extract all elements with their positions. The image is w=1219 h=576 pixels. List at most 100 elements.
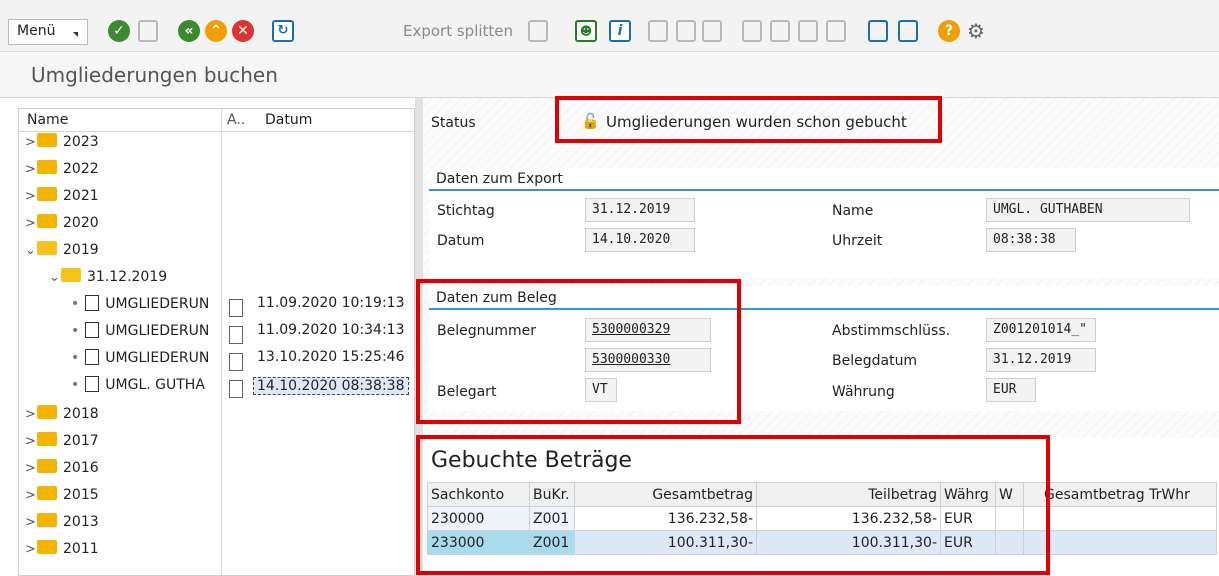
chevron-right-icon[interactable]: > (25, 216, 37, 231)
uhrzeit-label: Uhrzeit (832, 233, 883, 249)
tree-folder-label: 31.12.2019 (87, 269, 168, 285)
status-label: Status (431, 115, 476, 131)
cancel-icon[interactable]: ✕ (232, 20, 254, 42)
belegdatum-field[interactable]: 31.12.2019 (986, 348, 1096, 372)
last-page-icon[interactable] (826, 20, 846, 42)
tree-folder-2011[interactable]: >2011 (25, 540, 99, 566)
page-icon (229, 380, 243, 398)
chevron-down-icon[interactable]: ⌄ (25, 243, 37, 258)
tree-folder-2018[interactable]: >2018 (25, 405, 99, 431)
waehrung-field[interactable]: EUR (986, 378, 1036, 402)
tree-folder-2021[interactable]: >2021 (25, 187, 99, 213)
uhrzeit-field[interactable]: 08:38:38 (986, 228, 1076, 252)
tree-folder-label: 2019 (63, 242, 99, 258)
page-icon (229, 299, 243, 317)
datum-field[interactable]: 14.10.2020 (585, 228, 695, 252)
bullet-icon: • (71, 323, 80, 339)
folder-icon (37, 160, 57, 174)
back-icon[interactable]: « (178, 20, 200, 42)
first-page-icon[interactable] (742, 20, 762, 42)
tree-folder-31-12-2019[interactable]: ⌄ 31.12.2019 (49, 268, 167, 294)
folder-icon (37, 459, 57, 473)
menu-button[interactable]: Menü (8, 19, 88, 45)
tree-folder-label: 2021 (63, 188, 99, 204)
save-icon[interactable] (138, 20, 158, 42)
exit-icon[interactable]: ⌃ (205, 20, 227, 42)
document-icon (85, 349, 100, 365)
tree-folder-2017[interactable]: >2017 (25, 432, 99, 458)
chevron-right-icon[interactable]: > (25, 461, 37, 476)
tree-doc-row[interactable]: • UMGLIEDERUN 13.10.2020 15:25:46 (71, 349, 414, 375)
folder-open-icon (61, 268, 81, 282)
chevron-right-icon[interactable]: > (25, 515, 37, 530)
name-field[interactable]: UMGL. GUTHABEN (986, 198, 1190, 222)
tree-header: Name A.. Datum (19, 109, 414, 132)
export-split-button[interactable]: Export splitten (403, 22, 513, 40)
check-icon[interactable]: ✓ (108, 20, 130, 42)
next-page-icon[interactable] (798, 20, 818, 42)
tree-folder-2013[interactable]: >2013 (25, 513, 99, 539)
title-bar: Umgliederungen buchen (0, 52, 1219, 98)
find-icon[interactable] (676, 20, 696, 42)
folder-open-icon (37, 241, 57, 255)
bullet-icon: • (71, 350, 80, 366)
find-next-icon[interactable] (702, 20, 722, 42)
tree-folder-label: 2016 (63, 460, 99, 476)
belegdatum-label: Belegdatum (832, 353, 918, 369)
person-doc-icon[interactable]: ☻ (575, 20, 597, 42)
tree-folder-label: 2017 (63, 433, 99, 449)
print-icon[interactable] (648, 20, 668, 42)
gear-icon[interactable]: ⚙ (965, 20, 987, 42)
layout-icon[interactable] (898, 20, 918, 42)
tree-folder-2019[interactable]: ⌄ 2019 (25, 241, 99, 267)
folder-icon (37, 405, 57, 419)
favorites-icon[interactable] (868, 20, 888, 42)
page-icon (229, 326, 243, 344)
tree-header-date[interactable]: Datum (265, 112, 312, 128)
tree-doc-row[interactable]: • UMGLIEDERUN 11.09.2020 10:34:13 (71, 322, 414, 348)
tree-folder-label: 2020 (63, 215, 99, 231)
tree-folder-2023[interactable]: >2023 (25, 133, 99, 159)
tree-doc-name: UMGLIEDERUN (105, 323, 210, 339)
chevron-right-icon[interactable]: > (25, 434, 37, 449)
chevron-right-icon[interactable]: > (25, 488, 37, 503)
gesamtbetrag-trwhr-cell[interactable] (1023, 506, 1217, 531)
info-icon[interactable]: i (609, 20, 631, 42)
chevron-right-icon[interactable]: > (25, 407, 37, 422)
tree-folder-2020[interactable]: >2020 (25, 214, 99, 240)
trash-icon[interactable] (528, 20, 548, 42)
folder-icon (37, 214, 57, 228)
tree-doc-row[interactable]: • UMGLIEDERUN 11.09.2020 10:19:13 (71, 295, 414, 321)
chevron-right-icon[interactable]: > (25, 542, 37, 557)
bullet-icon: • (71, 296, 80, 312)
chevron-down-icon[interactable]: ⌄ (49, 270, 61, 285)
page-icon (229, 353, 243, 371)
folder-icon (37, 133, 57, 147)
chevron-right-icon[interactable]: > (25, 135, 37, 150)
tree-doc-row-selected[interactable]: • UMGL. GUTHA 14.10.2020 08:38:38 (71, 376, 414, 402)
abstimm-field[interactable]: Z001201014_" (986, 318, 1096, 342)
folder-icon (37, 187, 57, 201)
previous-page-icon[interactable] (770, 20, 790, 42)
tree-folder-2016[interactable]: >2016 (25, 459, 99, 485)
highlight-box-betraege (416, 435, 1050, 575)
column-header[interactable]: Gesamtbetrag TrWhr (1023, 482, 1217, 507)
chevron-right-icon[interactable]: > (25, 162, 37, 177)
document-icon (85, 376, 100, 392)
export-heading: Daten zum Export (436, 171, 563, 187)
datum-label: Datum (437, 233, 485, 249)
tree-folder-label: 2015 (63, 487, 99, 503)
folder-icon (37, 486, 57, 500)
tree-folder-2022[interactable]: >2022 (25, 160, 99, 186)
stichtag-field[interactable]: 31.12.2019 (585, 198, 695, 222)
tree-header-name[interactable]: Name (27, 112, 68, 128)
gesamtbetrag-trwhr-cell[interactable] (1023, 530, 1217, 555)
tree-folder-2015[interactable]: >2015 (25, 486, 99, 512)
tree-doc-date: 14.10.2020 08:38:38 (253, 377, 409, 395)
tree-doc-name: UMGL. GUTHA (105, 377, 205, 393)
chevron-right-icon[interactable]: > (25, 189, 37, 204)
refresh-icon[interactable]: ↻ (272, 20, 294, 42)
help-icon[interactable]: ? (938, 20, 960, 42)
tree-header-col2[interactable]: A.. (227, 112, 245, 128)
folder-icon (37, 540, 57, 554)
